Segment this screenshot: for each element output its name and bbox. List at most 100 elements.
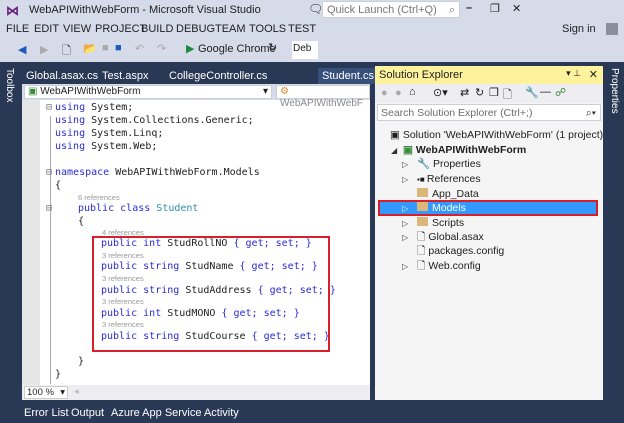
tree-item-references[interactable]: ▪■ References bbox=[417, 172, 481, 186]
tree-item-web-config[interactable]: 🗋 Web.config bbox=[417, 259, 481, 273]
class-icon: ⚙ bbox=[280, 86, 289, 97]
tree-item-app-data[interactable]: App_Data bbox=[417, 187, 479, 201]
node-label: References bbox=[426, 173, 481, 185]
class-diagram-icon[interactable]: ☍ bbox=[555, 86, 566, 99]
tab-global-asax-cs[interactable]: Global.asax.cs bbox=[22, 68, 102, 84]
zoom-dropdown[interactable]: 100 % ▾ bbox=[24, 386, 68, 399]
solution-search-input[interactable]: Search Solution Explorer (Ctrl+;) ⌕▾ bbox=[377, 104, 601, 121]
horizontal-scrollbar[interactable]: ◂ bbox=[74, 386, 79, 397]
tree-item-packages-config[interactable]: 🗋 packages.config bbox=[417, 244, 504, 258]
solution-icon: ▣ bbox=[390, 129, 403, 141]
undo-icon[interactable]: ↶ bbox=[135, 42, 144, 55]
tab-college-controller[interactable]: CollegeController.cs bbox=[165, 68, 271, 84]
menu-bar: FILE EDIT VIEW PROJECT BUILD DEBUG TEAM … bbox=[0, 20, 624, 38]
menu-tools[interactable]: TOOLS bbox=[249, 23, 286, 35]
node-label: packages.config bbox=[428, 245, 505, 257]
expand-arrow-icon[interactable]: ▷ bbox=[402, 175, 408, 184]
run-target-dropdown[interactable]: Google Chrome bbox=[198, 43, 276, 55]
start-icon[interactable]: ▶ bbox=[186, 42, 194, 55]
zoom-bar: 100 % ▾ ◂ bbox=[22, 385, 370, 400]
code-line: using System.Web; bbox=[55, 141, 158, 152]
codelens-references[interactable]: 6 references bbox=[78, 193, 120, 202]
home-icon[interactable]: ⌂ bbox=[409, 86, 416, 98]
toolbox-strip[interactable]: Toolbox bbox=[0, 62, 20, 400]
file-icon: 🗋 bbox=[417, 231, 429, 243]
collapse-all-icon[interactable]: ❐ bbox=[489, 86, 499, 99]
redo-icon[interactable]: ↷ bbox=[157, 42, 166, 55]
tree-item-properties[interactable]: 🔧 Properties bbox=[417, 157, 481, 171]
code-line: namespace WebAPIWithWebForm.Models bbox=[55, 167, 260, 178]
tab-azure-activity[interactable]: Azure App Service Activity bbox=[111, 407, 239, 419]
code-line: { bbox=[78, 216, 85, 227]
close-button[interactable]: ✕ bbox=[512, 2, 521, 15]
menu-build[interactable]: BUILD bbox=[141, 23, 173, 35]
node-label: Models bbox=[432, 202, 466, 214]
menu-view[interactable]: VIEW bbox=[63, 23, 91, 35]
collapse-toggle[interactable]: ⊟ bbox=[46, 167, 52, 179]
expand-arrow-icon[interactable]: ▷ bbox=[402, 160, 408, 169]
close-icon[interactable]: ✕ bbox=[589, 68, 598, 81]
node-label: Web.config bbox=[428, 260, 481, 272]
restore-button[interactable]: ❐ bbox=[490, 2, 500, 15]
expand-arrow-icon[interactable]: ▷ bbox=[402, 204, 408, 213]
expand-arrow-icon[interactable]: ▷ bbox=[402, 233, 408, 242]
sync-icon[interactable]: ⇄ bbox=[460, 86, 469, 99]
wrench-icon: 🔧 bbox=[417, 158, 433, 170]
tab-test-aspx[interactable]: Test.aspx bbox=[98, 68, 152, 84]
folder-icon bbox=[417, 217, 428, 226]
properties-icon[interactable]: 🔧 bbox=[525, 86, 539, 99]
expand-arrow-icon[interactable]: ◢ bbox=[391, 146, 397, 155]
menu-project[interactable]: PROJECT bbox=[95, 23, 146, 35]
expand-arrow-icon[interactable]: ▷ bbox=[402, 262, 408, 271]
save-icon[interactable]: ■ bbox=[102, 42, 109, 54]
selected-row-models[interactable] bbox=[378, 200, 598, 216]
code-line: } bbox=[55, 369, 62, 380]
back-icon[interactable]: ◀ bbox=[18, 43, 26, 56]
tree-item-global-asax[interactable]: 🗋 Global.asax bbox=[417, 230, 484, 244]
tree-project[interactable]: ▣ WebAPIWithWebForm bbox=[403, 143, 526, 157]
preview-icon[interactable]: — bbox=[540, 86, 551, 98]
tree-item-models[interactable]: Models bbox=[417, 201, 466, 215]
code-editor[interactable]: ▣ WebAPIWithWebForm ▾ ⚙ WebAPIWithWebF ⊟ … bbox=[22, 84, 370, 400]
tab-error-list[interactable]: Error List bbox=[24, 407, 69, 419]
open-icon[interactable]: 📂 bbox=[83, 42, 97, 55]
minimize-button[interactable]: – bbox=[466, 2, 472, 14]
save-all-icon[interactable]: ■ bbox=[115, 42, 122, 54]
refresh-icon[interactable]: ↻ bbox=[475, 86, 484, 99]
tree-solution[interactable]: ▣ Solution 'WebAPIWithWebForm' (1 projec… bbox=[390, 128, 603, 142]
new-project-icon[interactable]: 🗋 bbox=[62, 42, 71, 61]
toolbox-label[interactable]: Toolbox bbox=[4, 68, 15, 102]
class-combo-value: WebAPIWithWebF bbox=[280, 98, 363, 109]
collapse-toggle[interactable]: ⊟ bbox=[46, 203, 52, 215]
menu-edit[interactable]: EDIT bbox=[34, 23, 59, 35]
tree-item-scripts[interactable]: Scripts bbox=[417, 216, 464, 230]
pin-icon[interactable]: ▾ ⊥ bbox=[566, 68, 581, 79]
config-dropdown[interactable]: Deb bbox=[292, 41, 318, 59]
forward-icon[interactable]: ▶ bbox=[40, 43, 48, 56]
menu-team[interactable]: TEAM bbox=[215, 23, 246, 35]
menu-debug[interactable]: DEBUG bbox=[176, 23, 215, 35]
vs-logo-icon: ⋈ bbox=[6, 3, 19, 18]
config-value: Deb bbox=[293, 43, 312, 54]
class-combo[interactable]: ⚙ WebAPIWithWebF bbox=[276, 85, 370, 109]
tab-output[interactable]: Output bbox=[71, 407, 104, 419]
config-file-icon: 🗋 bbox=[417, 260, 429, 272]
pending-changes-icon[interactable]: ⊙▾ bbox=[433, 86, 448, 99]
account-icon[interactable] bbox=[606, 23, 618, 35]
quick-launch-input[interactable]: Quick Launch (Ctrl+Q) ⌕ bbox=[322, 1, 460, 18]
sign-in-link[interactable]: Sign in bbox=[562, 23, 596, 35]
tab-student-cs[interactable]: Student.cs bbox=[318, 68, 378, 84]
expand-arrow-icon[interactable]: ▷ bbox=[402, 219, 408, 228]
menu-test[interactable]: TEST bbox=[288, 23, 316, 35]
forward-icon[interactable]: ● bbox=[395, 87, 402, 99]
show-all-files-icon[interactable]: 🗋 bbox=[503, 86, 512, 105]
menu-file[interactable]: FILE bbox=[6, 23, 29, 35]
back-icon[interactable]: ● bbox=[381, 87, 388, 99]
properties-label[interactable]: Properties bbox=[609, 68, 620, 114]
feedback-icon[interactable]: 🗨 bbox=[308, 2, 323, 16]
properties-strip[interactable]: Properties bbox=[605, 62, 624, 400]
node-label: App_Data bbox=[432, 188, 479, 200]
collapse-toggle[interactable]: ⊟ bbox=[46, 102, 52, 114]
refresh-icon[interactable]: ↻ bbox=[268, 41, 277, 54]
project-combo[interactable]: ▣ WebAPIWithWebForm ▾ bbox=[24, 85, 272, 99]
